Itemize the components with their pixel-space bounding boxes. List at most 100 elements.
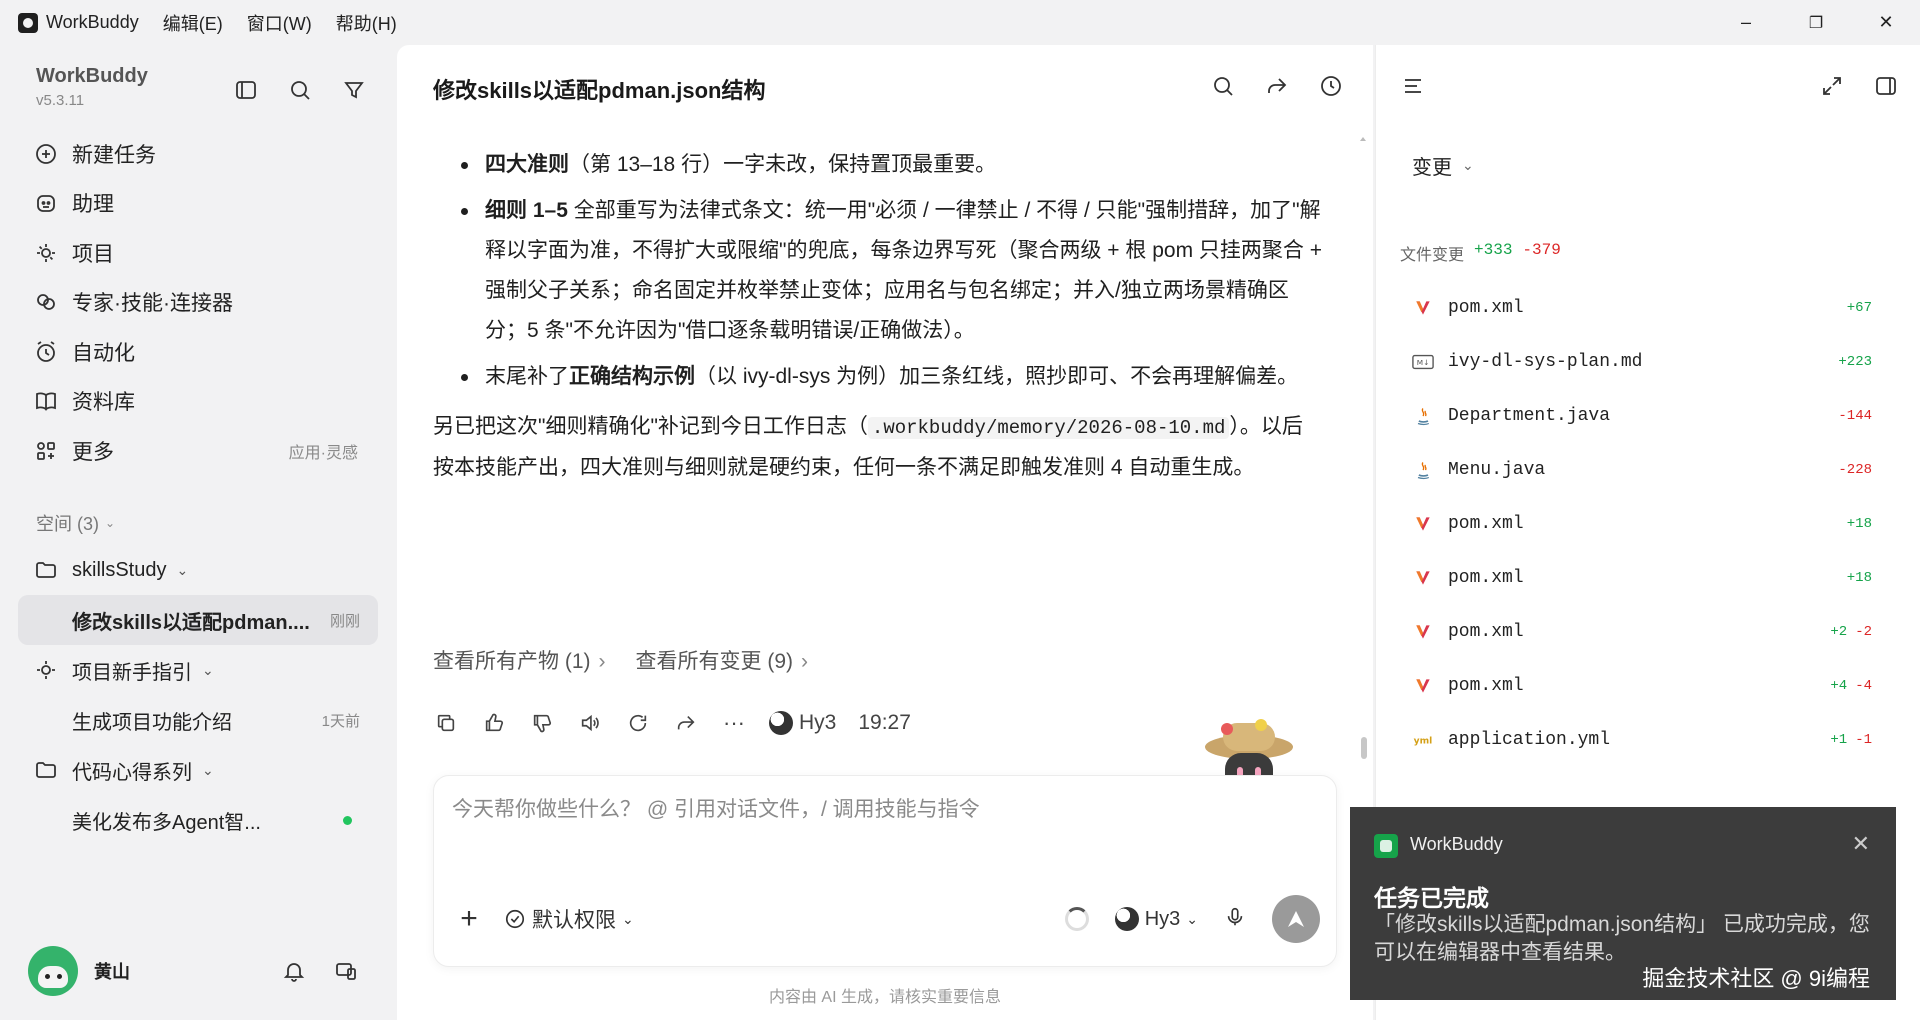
scrollbar-thumb[interactable] — [1361, 737, 1367, 759]
tree-group-skillsstudy[interactable]: skillsStudy ⌄ — [18, 545, 378, 595]
nav-experts[interactable]: 专家·技能·连接器 — [18, 278, 378, 328]
more-icon[interactable]: ··· — [721, 710, 747, 736]
search-icon[interactable] — [285, 75, 315, 105]
file-row[interactable]: pom.xml +4 -4 — [1412, 659, 1872, 713]
nav-project[interactable]: 项目 — [18, 228, 378, 278]
model-selector[interactable]: Hy3 ⌄ — [1114, 907, 1198, 931]
book-icon — [36, 392, 56, 411]
task-label: 美化发布多Agent智... — [72, 811, 261, 834]
svg-text:yml: yml — [1414, 736, 1433, 747]
permission-selector[interactable]: 默认权限 ⌄ — [504, 904, 634, 934]
file-diff: +223 — [1838, 354, 1872, 370]
message-actions: ··· Hy3 19:27 — [433, 705, 911, 741]
bell-icon[interactable] — [280, 957, 308, 985]
close-window-button[interactable]: ✕ — [1856, 0, 1916, 45]
file-diff: +18 — [1847, 570, 1872, 586]
maven-icon — [1412, 675, 1434, 697]
file-deletions: -2 — [1855, 624, 1872, 640]
nav-automation[interactable]: 自动化 — [18, 327, 378, 377]
tree-group-code-notes[interactable]: 代码心得系列 ⌄ — [18, 745, 378, 795]
user-bar: 黄山 — [28, 943, 368, 999]
file-row[interactable]: pom.xml +18 — [1412, 497, 1872, 551]
file-additions: +4 — [1830, 678, 1848, 694]
space-section-toggle[interactable]: 空间 (3) ⌄ — [36, 510, 115, 536]
file-row[interactable]: Menu.java -228 — [1412, 443, 1872, 497]
share-icon[interactable] — [1262, 71, 1292, 101]
file-row[interactable]: pom.xml +2 -2 — [1412, 605, 1872, 659]
message-time: 19:27 — [858, 711, 911, 734]
java-icon — [1412, 459, 1434, 481]
app-logo-icon — [1374, 834, 1398, 858]
toast-body: 「修改skills以适配pdman.json结构」 已成功完成，您可以在编辑器中… — [1374, 913, 1870, 964]
history-icon[interactable] — [1316, 71, 1346, 101]
group-name: 代码心得系列 — [72, 761, 192, 784]
chevron-down-icon: ⌄ — [1462, 157, 1474, 173]
filter-icon[interactable] — [339, 75, 369, 105]
file-row[interactable]: M↓ ivy-dl-sys-plan.md +223 — [1412, 335, 1872, 389]
device-switch-icon[interactable] — [332, 957, 360, 985]
file-row[interactable]: pom.xml +18 — [1412, 551, 1872, 605]
microphone-icon[interactable] — [1224, 906, 1246, 933]
file-diff: -228 — [1830, 462, 1872, 478]
panel-toggle-icon[interactable] — [1871, 71, 1901, 101]
nav-library[interactable]: 资料库 — [18, 377, 378, 427]
file-diff: +67 — [1847, 300, 1872, 316]
file-row[interactable]: Department.java -144 — [1412, 389, 1872, 443]
expand-icon[interactable] — [1817, 71, 1847, 101]
scrollbar[interactable] — [1359, 135, 1367, 795]
close-icon[interactable]: ✕ — [1852, 831, 1870, 857]
thumbs-down-icon[interactable] — [529, 710, 555, 736]
watermark: 掘金技术社区 @ 9i编程 — [1642, 966, 1870, 991]
assistant-icon — [37, 195, 55, 213]
changes-dropdown[interactable]: 变更 ⌄ — [1412, 151, 1474, 180]
add-attachment-button[interactable]: + — [454, 902, 484, 935]
nav-label: 新建任务 — [72, 143, 156, 167]
nav-label: 助理 — [72, 193, 114, 217]
file-deletions: -4 — [1855, 678, 1872, 694]
composer-controls: Hy3 ⌄ — [1064, 895, 1320, 943]
file-deletions: -1 — [1855, 732, 1872, 748]
file-row[interactable]: yml application.yml +1 -1 — [1412, 713, 1872, 767]
toast-title: 任务已完成 — [1374, 885, 1489, 911]
tree-group-onboarding[interactable]: 项目新手指引 ⌄ — [18, 645, 378, 695]
view-changes-link[interactable]: 查看所有变更 (9) › — [636, 645, 809, 675]
file-name: pom.xml — [1448, 622, 1524, 642]
regenerate-icon[interactable] — [625, 710, 651, 736]
svg-text:M↓: M↓ — [1417, 358, 1429, 367]
shield-check-icon — [505, 909, 525, 929]
maximize-button[interactable]: ❐ — [1786, 0, 1846, 45]
group-name: 项目新手指引 — [72, 661, 192, 684]
task-item[interactable]: 美化发布多Agent智... — [18, 795, 378, 845]
nav-assistant[interactable]: 助理 — [18, 179, 378, 229]
space-tree: skillsStudy ⌄ 修改skills以适配pdman.... 刚刚 项目… — [18, 545, 378, 845]
file-additions: +1 — [1830, 732, 1848, 748]
task-time: 1天前 — [321, 712, 360, 730]
thumbs-up-icon[interactable] — [481, 710, 507, 736]
list-icon[interactable] — [1398, 71, 1428, 101]
task-item-active[interactable]: 修改skills以适配pdman.... 刚刚 — [18, 595, 378, 645]
nav-label: 专家·技能·连接器 — [72, 292, 233, 316]
message-input[interactable] — [452, 798, 1312, 822]
file-row[interactable]: pom.xml +67 — [1412, 281, 1872, 335]
task-item[interactable]: 生成项目功能介绍 1天前 — [18, 695, 378, 745]
project-icon — [37, 661, 55, 679]
brand-name: WorkBuddy — [36, 65, 148, 87]
search-icon[interactable] — [1208, 71, 1238, 101]
avatar[interactable] — [28, 946, 78, 996]
menu-window[interactable]: 窗口(W) — [247, 10, 312, 36]
user-name: 黄山 — [94, 962, 130, 982]
nav-more[interactable]: 更多 应用·灵感 — [18, 426, 378, 476]
maven-icon — [1412, 297, 1434, 319]
speaker-icon[interactable] — [577, 710, 603, 736]
send-button[interactable] — [1272, 895, 1320, 943]
minimize-button[interactable]: – — [1716, 0, 1776, 45]
share-icon[interactable] — [673, 710, 699, 736]
view-artifacts-link[interactable]: 查看所有产物 (1) › — [433, 645, 606, 675]
chevron-down-icon: ⌄ — [622, 910, 634, 927]
toggle-sidebar-icon[interactable] — [231, 75, 261, 105]
nav-label: 更多 — [72, 440, 114, 464]
menu-help[interactable]: 帮助(H) — [336, 10, 397, 36]
nav-new-task[interactable]: 新建任务 — [18, 129, 378, 179]
menu-edit[interactable]: 编辑(E) — [163, 10, 223, 36]
copy-icon[interactable] — [433, 710, 459, 736]
